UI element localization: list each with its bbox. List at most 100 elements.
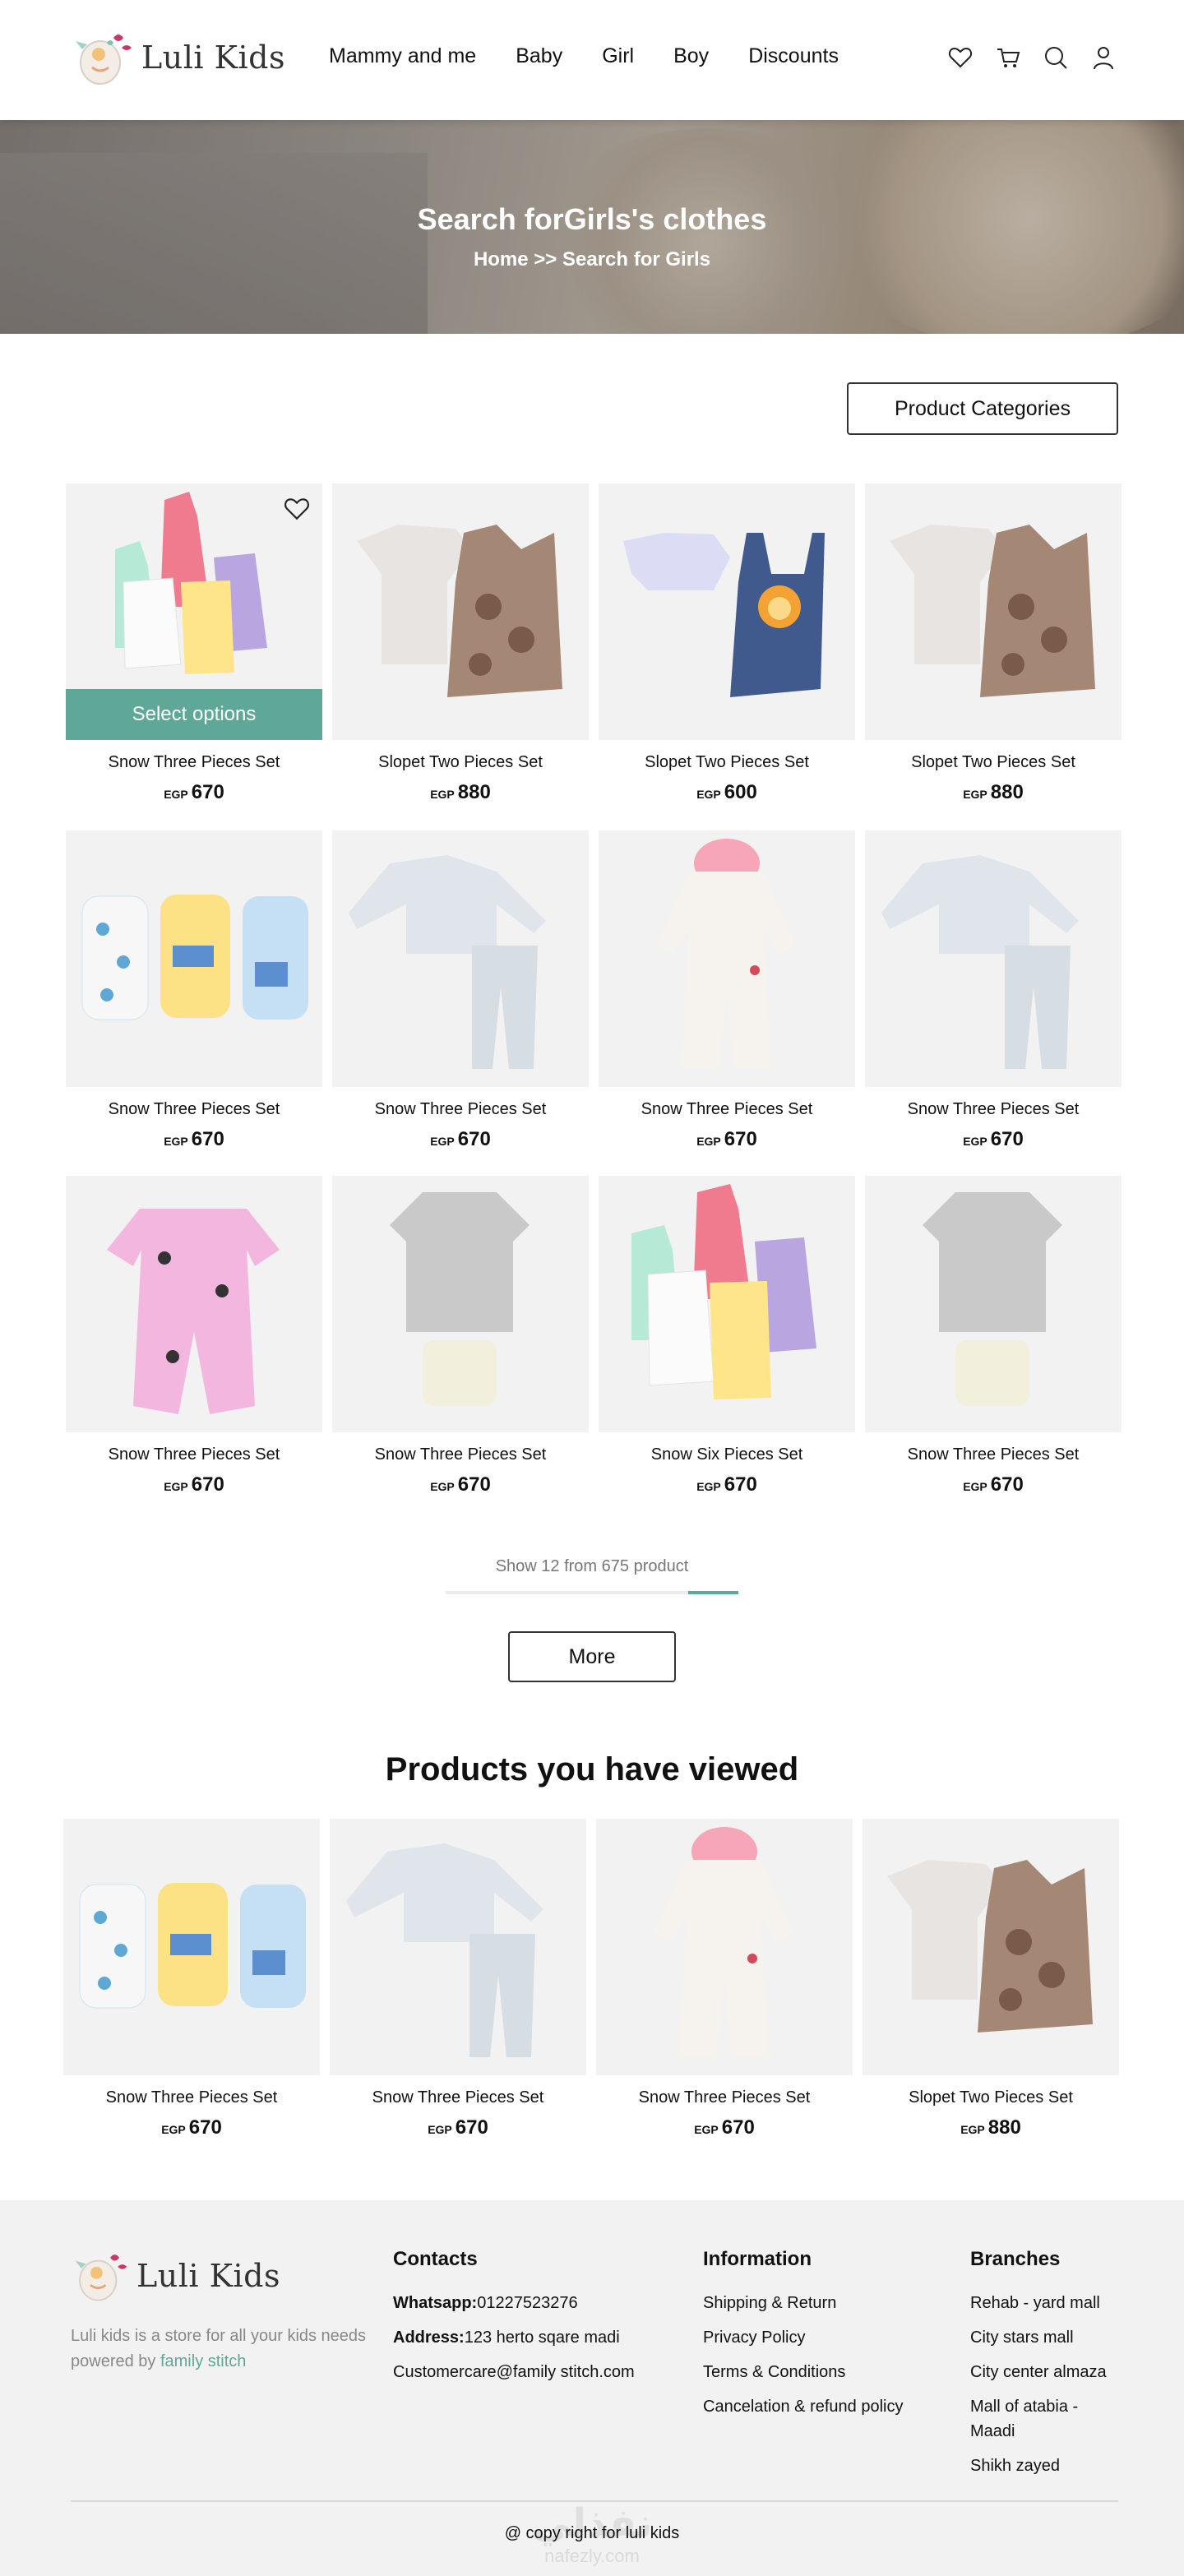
product-price: EGP 670 [164,1473,224,1496]
product-name[interactable]: Snow Three Pieces Set [66,753,322,775]
info-link-terms[interactable]: Terms & Conditions [703,2360,903,2384]
product-image[interactable] [863,1819,1119,2075]
product-image[interactable] [332,830,589,1087]
info-link-cancelation[interactable]: Cancelation & refund policy [703,2394,903,2419]
watermark-url: nafezly.com [544,2546,640,2566]
product-image[interactable] [865,830,1122,1087]
product-image[interactable] [865,1176,1122,1432]
product-price: EGP 600 [696,781,757,803]
product-card[interactable]: Select options Snow Three Pieces Set EGP… [66,483,322,806]
copyright: @ copy right for luli kids [504,2524,680,2542]
heart-icon[interactable] [947,44,974,71]
select-options-button[interactable]: Select options [66,689,322,740]
footer-information: Information Shipping & Return Privacy Po… [703,2248,903,2429]
cart-icon[interactable] [995,44,1021,71]
product-name[interactable]: Snow Three Pieces Set [330,2088,586,2110]
product-name[interactable]: Snow Three Pieces Set [332,1100,589,1122]
results-count: Show 12 from 675 product [495,1557,689,1575]
info-link-privacy[interactable]: Privacy Policy [703,2325,903,2350]
product-price: EGP 670 [696,1473,757,1496]
product-name[interactable]: Slopet Two Pieces Set [599,753,855,775]
product-image[interactable] [66,830,322,1087]
brand-name: Luli Kids [141,39,285,76]
product-card[interactable]: Snow Three Pieces Set EGP 670 [599,830,855,1153]
product-card[interactable]: Snow Three Pieces Set EGP 670 [865,830,1122,1153]
product-name[interactable]: Slopet Two Pieces Set [863,2088,1119,2110]
product-card[interactable]: Snow Three Pieces Set EGP 670 [332,830,589,1153]
branch-item[interactable]: Mall of atabia - Maadi [970,2394,1118,2444]
breadcrumb[interactable]: Home >> Search for Girls [0,248,1184,271]
search-icon[interactable] [1043,44,1069,71]
product-name[interactable]: Snow Six Pieces Set [599,1445,855,1467]
product-name[interactable]: Snow Three Pieces Set [66,1100,322,1122]
nav-item-boy[interactable]: Boy [673,44,709,68]
heart-icon[interactable] [283,495,311,523]
nav-item-discounts[interactable]: Discounts [748,44,839,68]
product-card[interactable]: Slopet Two Pieces Set EGP 600 [599,483,855,806]
user-icon[interactable] [1090,44,1117,71]
product-name[interactable]: Slopet Two Pieces Set [865,753,1122,775]
brand-name: Luli Kids [136,2258,280,2294]
product-image[interactable] [332,1176,589,1432]
product-card[interactable]: Snow Three Pieces Set EGP 670 [330,1819,586,2141]
results-progress-bar [446,1591,738,1594]
viewed-section-title: Products you have viewed [385,1751,799,1787]
product-image[interactable] [865,483,1122,740]
product-name[interactable]: Snow Three Pieces Set [596,2088,853,2110]
branch-item[interactable]: City center almaza [970,2360,1118,2384]
product-price: EGP 670 [164,781,224,803]
email-link[interactable]: Customercare@family stitch.com [393,2360,635,2384]
product-image[interactable] [66,1176,322,1432]
product-price: EGP 670 [430,1473,491,1496]
product-card[interactable]: Snow Three Pieces Set EGP 670 [66,1176,322,1498]
product-price: EGP 670 [963,1128,1024,1150]
product-image[interactable]: Select options [66,483,322,740]
nav-item-mammy-and-me[interactable]: Mammy and me [329,44,476,68]
product-card[interactable]: Slopet Two Pieces Set EGP 880 [865,483,1122,806]
branch-item[interactable]: City stars mall [970,2325,1118,2350]
product-image[interactable] [599,830,855,1087]
product-price: EGP 670 [164,1128,224,1150]
product-card[interactable]: Snow Three Pieces Set EGP 670 [865,1176,1122,1498]
logo-icon [75,2255,127,2301]
product-price: EGP 670 [161,2116,222,2139]
product-name[interactable]: Slopet Two Pieces Set [332,753,589,775]
product-card[interactable]: Snow Three Pieces Set EGP 670 [596,1819,853,2141]
product-card[interactable]: Snow Three Pieces Set EGP 670 [63,1819,320,2141]
product-name[interactable]: Snow Three Pieces Set [865,1100,1122,1122]
nav-item-baby[interactable]: Baby [516,44,562,68]
header-actions [947,44,1117,71]
more-button[interactable]: More [508,1631,676,1682]
product-categories-button[interactable]: Product Categories [847,382,1118,435]
branch-item[interactable]: Rehab - yard mall [970,2291,1118,2315]
hero-banner: Search forGirls's clothes Home >> Search… [0,120,1184,334]
product-price: EGP 880 [430,781,491,803]
product-card[interactable]: Snow Three Pieces Set EGP 670 [332,1176,589,1498]
product-image[interactable] [332,483,589,740]
product-image[interactable] [599,1176,855,1432]
product-image[interactable] [63,1819,320,2075]
site-header: Luli Kids Mammy and me Baby Girl Boy Dis… [0,0,1184,120]
product-image[interactable] [330,1819,586,2075]
page-title: Search forGirls's clothes [417,202,767,236]
product-card[interactable]: Slopet Two Pieces Set EGP 880 [332,483,589,806]
product-name[interactable]: Snow Three Pieces Set [332,1445,589,1467]
product-card[interactable]: Snow Three Pieces Set EGP 670 [66,830,322,1153]
branch-item[interactable]: Shikh zayed [970,2453,1118,2478]
product-card[interactable]: Snow Six Pieces Set EGP 670 [599,1176,855,1498]
info-link-shipping[interactable]: Shipping & Return [703,2291,903,2315]
progress-fill [688,1591,738,1594]
product-name[interactable]: Snow Three Pieces Set [66,1445,322,1467]
product-card[interactable]: Slopet Two Pieces Set EGP 880 [863,1819,1119,2141]
product-image[interactable] [596,1819,853,2075]
product-name[interactable]: Snow Three Pieces Set [63,2088,320,2110]
product-price: EGP 670 [696,1128,757,1150]
nav-item-girl[interactable]: Girl [602,44,634,68]
brand-logo[interactable]: Luli Kids [71,25,285,90]
product-image[interactable] [599,483,855,740]
product-name[interactable]: Snow Three Pieces Set [865,1445,1122,1467]
product-price: EGP 880 [960,2116,1021,2139]
product-name[interactable]: Snow Three Pieces Set [599,1100,855,1122]
family-stitch-link[interactable]: family stitch [160,2352,246,2370]
footer-logo[interactable]: Luli Kids [71,2245,280,2307]
